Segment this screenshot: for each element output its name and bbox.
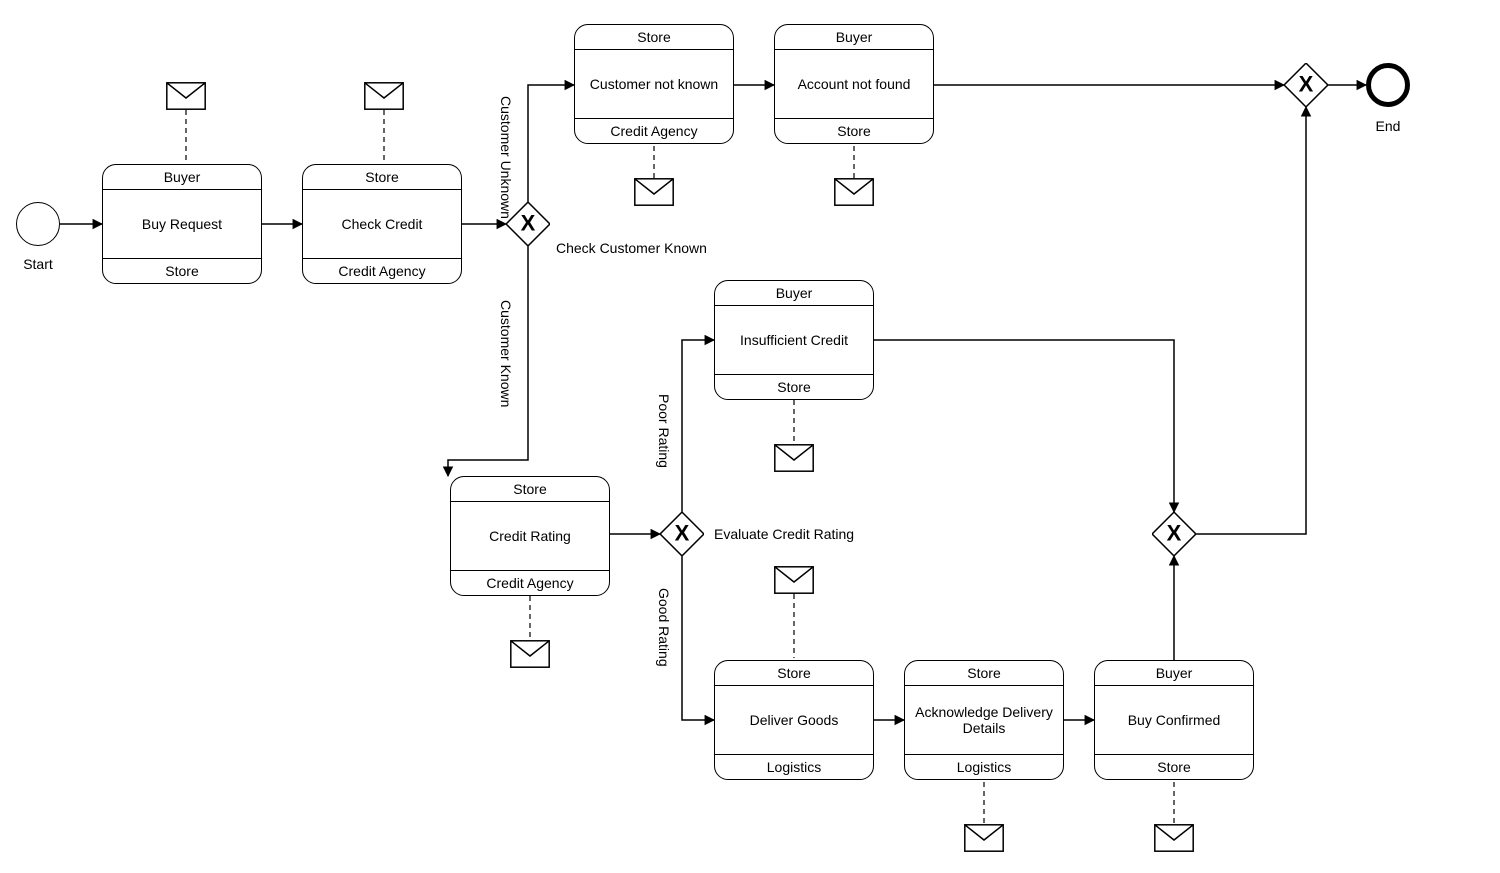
edge-label-customer-known: Customer Known — [498, 300, 514, 407]
end-label: End — [1360, 118, 1416, 134]
activity-body: Account not found — [775, 50, 933, 118]
xor-icon: X — [675, 520, 690, 546]
activity-buy-confirmed: Buyer Buy Confirmed Store — [1094, 660, 1254, 780]
message-icon — [834, 178, 874, 206]
lane-top: Buyer — [715, 281, 873, 306]
lane-bottom: Credit Agency — [303, 258, 461, 283]
xor-icon: X — [1167, 520, 1182, 546]
message-icon — [964, 824, 1004, 852]
end-event — [1366, 63, 1410, 107]
lane-bottom: Store — [103, 258, 261, 283]
edge-label-customer-unknown: Customer Unknown — [498, 96, 514, 219]
lane-bottom: Credit Agency — [451, 570, 609, 595]
message-icon — [510, 640, 550, 668]
activity-deliver-goods: Store Deliver Goods Logistics — [714, 660, 874, 780]
lane-bottom: Credit Agency — [575, 118, 733, 143]
message-icon — [1154, 824, 1194, 852]
message-icon — [774, 566, 814, 594]
lane-bottom: Logistics — [905, 754, 1063, 779]
lane-top: Store — [303, 165, 461, 190]
gateway1-label: Check Customer Known — [556, 240, 707, 256]
activity-body: Acknowledge Delivery Details — [905, 686, 1063, 754]
lane-top: Store — [715, 661, 873, 686]
message-icon — [634, 178, 674, 206]
activity-check-credit: Store Check Credit Credit Agency — [302, 164, 462, 284]
lane-bottom: Logistics — [715, 754, 873, 779]
lane-top: Buyer — [103, 165, 261, 190]
gateway-evaluate-credit-rating: X — [660, 512, 704, 556]
activity-ack-delivery: Store Acknowledge Delivery Details Logis… — [904, 660, 1064, 780]
start-label: Start — [12, 256, 64, 272]
gateway2-label: Evaluate Credit Rating — [714, 526, 854, 542]
gateway-merge-top: X — [1284, 63, 1328, 107]
activity-body: Deliver Goods — [715, 686, 873, 754]
activity-body: Check Credit — [303, 190, 461, 258]
activity-body: Customer not known — [575, 50, 733, 118]
xor-icon: X — [1299, 71, 1314, 97]
activity-body: Insufficient Credit — [715, 306, 873, 374]
lane-top: Store — [575, 25, 733, 50]
start-event — [16, 202, 60, 246]
lane-top: Buyer — [1095, 661, 1253, 686]
message-icon — [166, 82, 206, 110]
activity-customer-not-known: Store Customer not known Credit Agency — [574, 24, 734, 144]
lane-bottom: Store — [775, 118, 933, 143]
gateway-merge-mid: X — [1152, 512, 1196, 556]
activity-credit-rating: Store Credit Rating Credit Agency — [450, 476, 610, 596]
activity-buy-request: Buyer Buy Request Store — [102, 164, 262, 284]
lane-bottom: Store — [715, 374, 873, 399]
activity-insufficient-credit: Buyer Insufficient Credit Store — [714, 280, 874, 400]
lane-bottom: Store — [1095, 754, 1253, 779]
activity-body: Buy Confirmed — [1095, 686, 1253, 754]
edge-label-poor-rating: Poor Rating — [656, 394, 672, 468]
message-icon — [774, 444, 814, 472]
bpmn-diagram: Start End Buyer Buy Request Store Store … — [0, 0, 1500, 873]
activity-body: Credit Rating — [451, 502, 609, 570]
message-icon — [364, 82, 404, 110]
lane-top: Store — [905, 661, 1063, 686]
edge-label-good-rating: Good Rating — [656, 588, 672, 667]
activity-account-not-found: Buyer Account not found Store — [774, 24, 934, 144]
activity-body: Buy Request — [103, 190, 261, 258]
lane-top: Buyer — [775, 25, 933, 50]
xor-icon: X — [521, 210, 536, 236]
lane-top: Store — [451, 477, 609, 502]
